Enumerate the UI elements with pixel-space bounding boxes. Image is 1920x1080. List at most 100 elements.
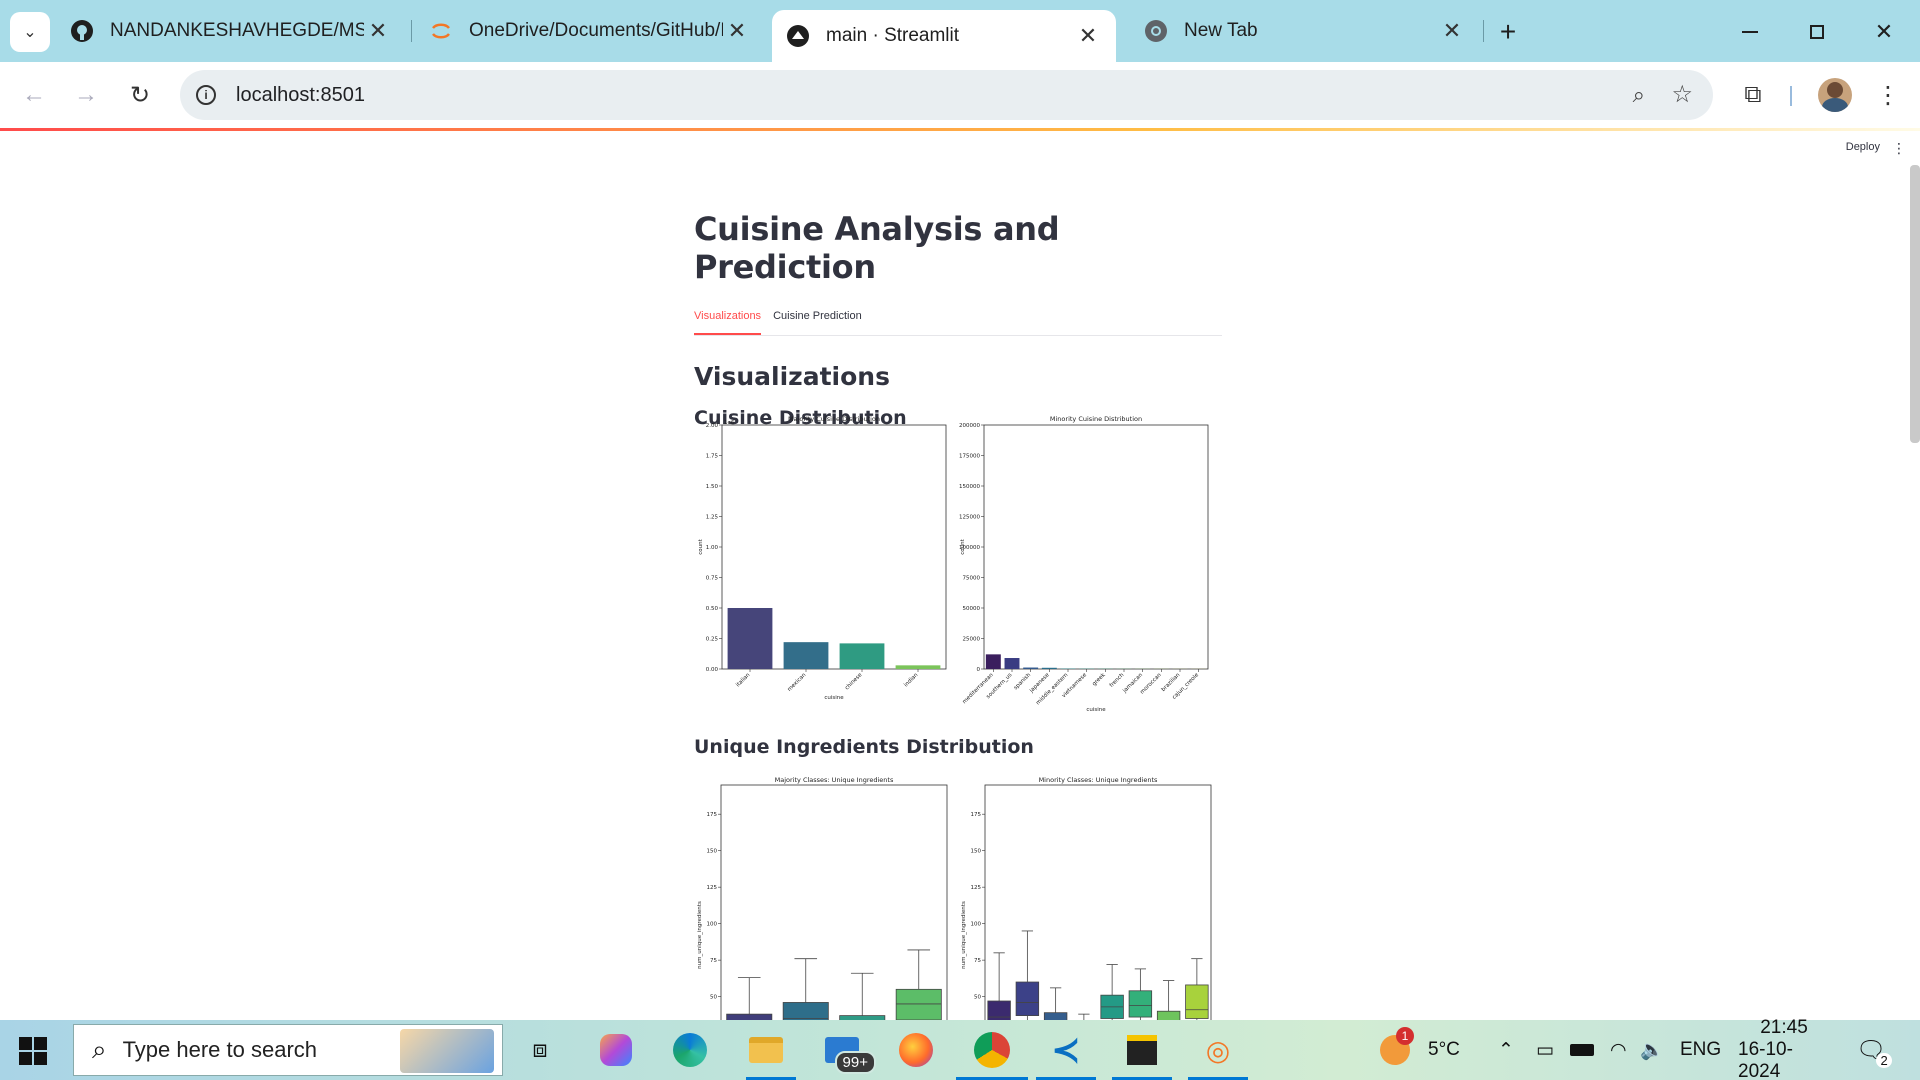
chart-title: Minority Cuisine Distribution (1050, 415, 1142, 423)
wifi-icon[interactable]: ◠ (1610, 1020, 1627, 1080)
close-window-button[interactable]: ✕ (1864, 12, 1904, 52)
clock-date: 16-10-2024 (1738, 1039, 1793, 1080)
x-tick-label: greek (1091, 672, 1107, 688)
weather-widget[interactable]: 1 5°C (1380, 1020, 1460, 1080)
volume-icon[interactable]: 🔈 (1640, 1020, 1664, 1080)
arrow-left-icon: ← (22, 81, 46, 108)
y-tick-label: 75000 (963, 576, 981, 582)
cuisine-distribution-figure: Majority Cuisine Distribution 0.00 0.25 0.5… (694, 410, 1222, 720)
close-icon[interactable]: ✕ (1438, 18, 1466, 44)
address-bar[interactable]: i localhost:8501 ⌕ ☆ (180, 70, 1713, 120)
firefox-button[interactable] (892, 1026, 940, 1074)
main-menu-icon[interactable]: ⋮ (1892, 140, 1906, 157)
y-tick-label: 0.00 (706, 667, 719, 673)
browser-tab[interactable]: NANDANKESHAVHEGDE/MSU_ ✕ (56, 9, 406, 53)
x-tick-label: mexican (787, 672, 808, 693)
extensions-button[interactable]: ⧉ (1733, 75, 1773, 115)
browser-tab[interactable]: OneDrive/Documents/GitHub/N ✕ (415, 9, 765, 53)
tab-visualizations[interactable]: Visualizations (694, 308, 762, 335)
box (895, 988, 942, 1020)
plot-frame (983, 424, 1209, 670)
browser-tab[interactable]: New Tab ✕ (1130, 9, 1480, 53)
browser-tab-active[interactable]: main · Streamlit ✕ (772, 10, 1116, 62)
clock-time: 21:45 (1760, 1017, 1808, 1038)
y-axis-label: num_unique_ingredients (961, 901, 967, 969)
forward-button[interactable]: → (66, 75, 106, 115)
restore-button[interactable] (1797, 12, 1837, 52)
clock[interactable]: 21:45 16-10-2024 (1738, 1017, 1830, 1080)
section-title: Visualizations (694, 362, 890, 391)
reload-button[interactable]: ↻ (120, 75, 160, 115)
reload-icon: ↻ (129, 81, 151, 109)
file-explorer-button[interactable] (742, 1026, 790, 1074)
y-tick-label: 75 (974, 958, 981, 964)
mail-badge: 99+ (834, 1051, 876, 1074)
plus-icon: + (1499, 16, 1517, 47)
y-tick-label: 0.50 (706, 606, 719, 612)
url-text[interactable]: localhost:8501 (236, 84, 365, 107)
page-scrollbar[interactable] (1910, 165, 1920, 443)
box (1156, 1010, 1181, 1020)
language-indicator[interactable]: ENG (1680, 1020, 1721, 1080)
bookmark-star-icon[interactable]: ☆ (1671, 80, 1693, 109)
sticky-notes-button[interactable] (1118, 1026, 1166, 1074)
chart-title: Majority Classes: Unique Ingredients (775, 776, 894, 784)
info-icon[interactable]: i (196, 85, 216, 105)
tab-search-button[interactable]: ⌄ (10, 12, 50, 52)
chrome-taskbar-button[interactable] (968, 1026, 1016, 1074)
temperature: 5°C (1428, 1039, 1460, 1060)
folder-icon (749, 1037, 783, 1063)
search-placeholder[interactable]: Type here to search (123, 1037, 317, 1063)
tab-cuisine-prediction[interactable]: Cuisine Prediction (773, 308, 862, 335)
tray-overflow-button[interactable]: ⌃ (1498, 1020, 1514, 1080)
task-view-button[interactable]: ⧈ (516, 1026, 564, 1074)
copilot-button[interactable] (592, 1026, 640, 1074)
page-title: Cuisine Analysis and Prediction (694, 210, 1060, 286)
zoom-icon[interactable]: ⌕ (1633, 82, 1645, 108)
tab-strip: ⌄ NANDANKESHAVHEGDE/MSU_ ✕ OneDrive/Docu… (0, 0, 1920, 62)
close-icon[interactable]: ✕ (364, 18, 392, 44)
y-tick-label: 175000 (959, 454, 980, 460)
box (1185, 984, 1209, 1019)
deploy-button[interactable]: Deploy (1846, 141, 1880, 153)
y-tick-label: 1.25 (706, 515, 719, 521)
minimize-button[interactable] (1730, 12, 1770, 52)
notification-center-button[interactable]: 🗨 2 (1856, 1020, 1902, 1080)
chrome-icon (1144, 19, 1168, 43)
edge-button[interactable] (666, 1026, 714, 1074)
bar (783, 642, 829, 669)
y-axis-label: count (698, 538, 704, 554)
chart-title: Majority Cuisine Distribution (788, 415, 880, 423)
streamlit-decoration-bar (0, 128, 1920, 131)
chrome-menu-button[interactable]: ⋮ (1868, 75, 1908, 115)
y-tick-label: 0.75 (706, 576, 719, 582)
y-tick-label: 75 (710, 958, 717, 964)
x-axis-label: cuisine (824, 695, 844, 701)
battery-icon[interactable] (1570, 1020, 1594, 1080)
chrome-icon (974, 1032, 1010, 1068)
vscode-button[interactable]: ≺ (1042, 1026, 1090, 1074)
chart-title: Minority Classes: Unique Ingredients (1039, 776, 1158, 784)
new-tab-button[interactable]: + (1490, 14, 1526, 50)
windows-start-button[interactable] (18, 1036, 48, 1066)
close-icon[interactable]: ✕ (1074, 23, 1102, 49)
back-button[interactable]: ← (14, 75, 54, 115)
profile-avatar[interactable] (1818, 78, 1852, 112)
taskbar-search[interactable]: ⌕ Type here to search (73, 1024, 503, 1076)
search-highlight-icon (400, 1029, 494, 1073)
windows-taskbar: ⌕ Type here to search ⧈ 99+ ≺ ◎ 1 5°C ⌃ … (0, 1017, 1920, 1080)
tab-title: NANDANKESHAVHEGDE/MSU_ (110, 20, 364, 41)
box (782, 1002, 829, 1020)
cuisine-distribution-charts: Majority Cuisine Distribution 0.00 0.25 0.5… (698, 415, 1209, 713)
y-tick-label: 100 (707, 922, 718, 928)
meet-now-icon[interactable]: ▭ (1536, 1020, 1554, 1080)
close-icon[interactable]: ✕ (723, 18, 751, 44)
y-tick-label: 150000 (959, 484, 980, 490)
y-tick-label: 50000 (963, 606, 981, 612)
bar (985, 654, 1001, 669)
y-tick-label: 50 (974, 995, 981, 1001)
jupyter-taskbar-button[interactable]: ◎ (1194, 1026, 1242, 1074)
box-chart: Majority Classes: Unique Ingredients2550… (697, 776, 948, 1020)
mail-button[interactable]: 99+ (818, 1026, 876, 1074)
vscode-icon: ≺ (1050, 1029, 1082, 1070)
